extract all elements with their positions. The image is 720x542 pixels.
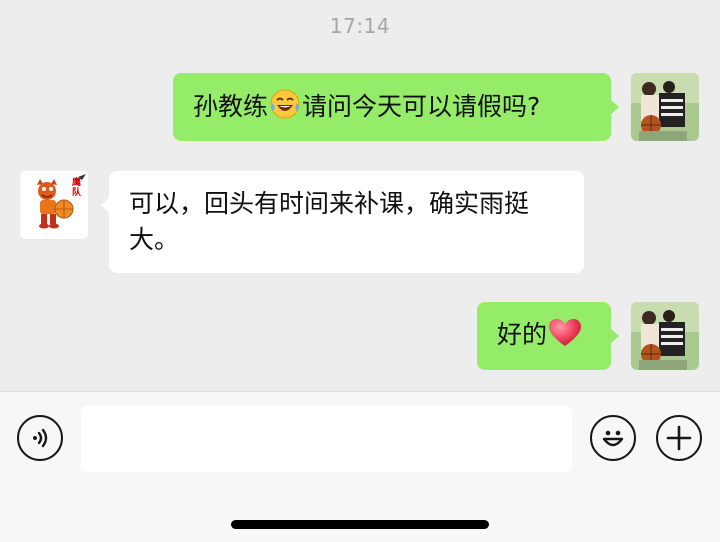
tears-of-joy-emoji-icon [269, 88, 301, 130]
svg-text:队: 队 [72, 186, 82, 198]
message-timestamp: 17:14 [329, 14, 391, 38]
home-indicator [231, 520, 489, 529]
plus-icon [666, 425, 692, 451]
message-input[interactable] [81, 406, 572, 472]
voice-input-button[interactable] [17, 415, 63, 461]
chat-input-bar [0, 391, 720, 542]
voice-input-icon [33, 428, 48, 448]
my-avatar[interactable] [631, 73, 699, 141]
coach-avatar[interactable]: 鹰 队 [20, 171, 88, 239]
emoji-button[interactable] [590, 415, 636, 461]
my-avatar-photo [631, 302, 699, 370]
red-heart-emoji-icon [548, 318, 582, 358]
emoji-smile-icon [602, 430, 624, 447]
received-message-bubble[interactable]: 可以，回头有时间来补课，确实雨挺大。 [109, 171, 584, 273]
sent-bubble-tail [610, 99, 619, 115]
sent-message-bubble[interactable]: 好的 [477, 302, 611, 370]
my-avatar-photo [631, 73, 699, 141]
message-text: 可以，回头有时间来补课，确实雨挺大。 [129, 189, 530, 254]
team-mascot-logo: 鹰 队 [20, 171, 88, 239]
sent-message-bubble[interactable]: 孙教练 请问今天可以请假吗? [173, 73, 611, 141]
message-text: 孙教练 [193, 92, 269, 121]
my-avatar[interactable] [631, 302, 699, 370]
message-text: 好的 [497, 320, 548, 349]
message-text-continued: 请问今天可以请假吗? [302, 92, 541, 121]
more-functions-button[interactable] [656, 415, 702, 461]
sent-bubble-tail [610, 328, 619, 344]
